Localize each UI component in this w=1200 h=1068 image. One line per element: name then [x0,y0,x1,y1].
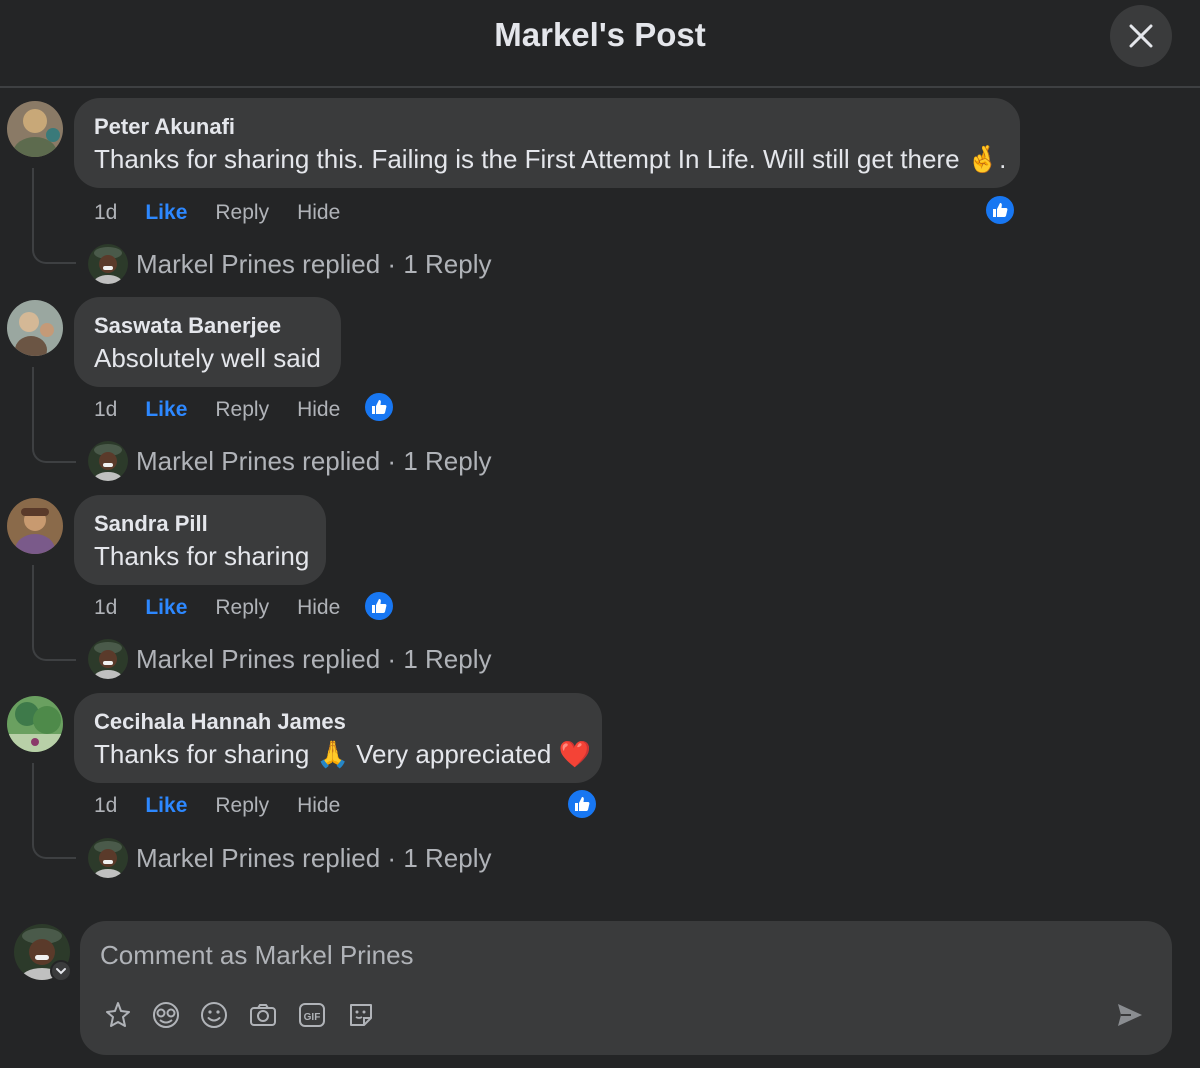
comment-actions: 1d Like Reply Hide [94,791,368,821]
like-reaction-icon[interactable] [363,391,395,423]
close-icon [1129,24,1153,48]
comment-author[interactable]: Peter Akunafi [94,112,1000,142]
view-replies-link[interactable]: Markel Prines replied · 1 Reply [88,439,491,483]
thread-line [32,367,76,463]
comment-bubble: Cecihala Hannah James Thanks for sharing… [74,693,602,783]
comment-text: Thanks for sharing this. Failing is the … [94,144,1007,174]
avatar [88,639,128,679]
page-title: Markel's Post [494,16,706,53]
avatar[interactable] [7,101,63,157]
photo-button[interactable] [245,997,281,1033]
comment-author[interactable]: Sandra Pill [94,509,306,539]
like-button[interactable]: Like [145,398,187,422]
comment-item: Sandra Pill Thanks for sharing 1d Like R… [0,495,1200,685]
account-switcher-button[interactable] [50,960,72,982]
avatar[interactable] [7,300,63,356]
chevron-down-icon [56,968,66,975]
comment-actions: 1d Like Reply Hide [94,593,368,623]
reply-button[interactable]: Reply [215,794,269,818]
comment-actions: 1d Like Reply Hide [94,198,368,228]
dialog-header: Markel's Post [0,0,1200,88]
replies-text[interactable]: Markel Prines replied · 1 Reply [136,446,491,477]
view-replies-link[interactable]: Markel Prines replied · 1 Reply [88,242,491,286]
comment-bubble: Sandra Pill Thanks for sharing [74,495,326,585]
reply-button[interactable]: Reply [215,596,269,620]
reply-button[interactable]: Reply [215,201,269,225]
thread-line [32,168,76,264]
like-reaction-icon[interactable] [984,194,1016,226]
like-reaction-icon[interactable] [566,788,598,820]
comment-input[interactable] [100,935,1100,975]
like-reaction-icon[interactable] [363,590,395,622]
avatar-sticker-button[interactable] [100,997,136,1033]
thread-line [32,565,76,661]
comment-timestamp[interactable]: 1d [94,794,117,818]
comment-author[interactable]: Cecihala Hannah James [94,707,582,737]
gif-button[interactable]: GIF [294,997,330,1033]
comment-text: Thanks for sharing [94,541,310,571]
send-icon [1118,1004,1142,1026]
emoji-faces-icon [153,1002,179,1028]
avatar-sticker-icon [106,1002,130,1027]
avatar [88,838,128,878]
camera-icon [250,1004,276,1026]
view-replies-link[interactable]: Markel Prines replied · 1 Reply [88,637,491,681]
avatar[interactable] [7,498,63,554]
comment-author[interactable]: Saswata Banerjee [94,311,321,341]
emoji-icon [201,1002,227,1028]
sticker-button[interactable] [343,997,379,1033]
emoji-button[interactable] [196,997,232,1033]
hide-button[interactable]: Hide [297,596,340,620]
thread-line [32,763,76,859]
comment-composer: GIF [80,921,1172,1055]
gif-label: GIF [304,1012,321,1023]
comment-text: Absolutely well said [94,343,321,373]
avatar [88,244,128,284]
comment-timestamp[interactable]: 1d [94,398,117,422]
replies-text[interactable]: Markel Prines replied · 1 Reply [136,843,491,874]
comment-actions: 1d Like Reply Hide [94,395,368,425]
gif-icon: GIF [299,1003,325,1027]
avatar[interactable] [7,696,63,752]
reply-button[interactable]: Reply [215,398,269,422]
comment-text: Thanks for sharing 🙏 Very appreciated ❤️ [94,739,591,769]
view-replies-link[interactable]: Markel Prines replied · 1 Reply [88,836,491,880]
hide-button[interactable]: Hide [297,398,340,422]
comment-item: Saswata Banerjee Absolutely well said 1d… [0,297,1200,487]
comment-bubble: Peter Akunafi Thanks for sharing this. F… [74,98,1020,188]
replies-text[interactable]: Markel Prines replied · 1 Reply [136,249,491,280]
emoji-faces-button[interactable] [148,997,184,1033]
comment-item: Cecihala Hannah James Thanks for sharing… [0,693,1200,883]
like-button[interactable]: Like [145,794,187,818]
hide-button[interactable]: Hide [297,201,340,225]
replies-text[interactable]: Markel Prines replied · 1 Reply [136,644,491,675]
comment-timestamp[interactable]: 1d [94,596,117,620]
send-button[interactable] [1112,997,1148,1033]
comment-item: Peter Akunafi Thanks for sharing this. F… [0,98,1200,288]
avatar [88,441,128,481]
comment-bubble: Saswata Banerjee Absolutely well said [74,297,341,387]
comment-timestamp[interactable]: 1d [94,201,117,225]
sticker-icon [350,1004,372,1026]
like-button[interactable]: Like [145,596,187,620]
close-button[interactable] [1110,5,1172,67]
like-button[interactable]: Like [145,201,187,225]
hide-button[interactable]: Hide [297,794,340,818]
